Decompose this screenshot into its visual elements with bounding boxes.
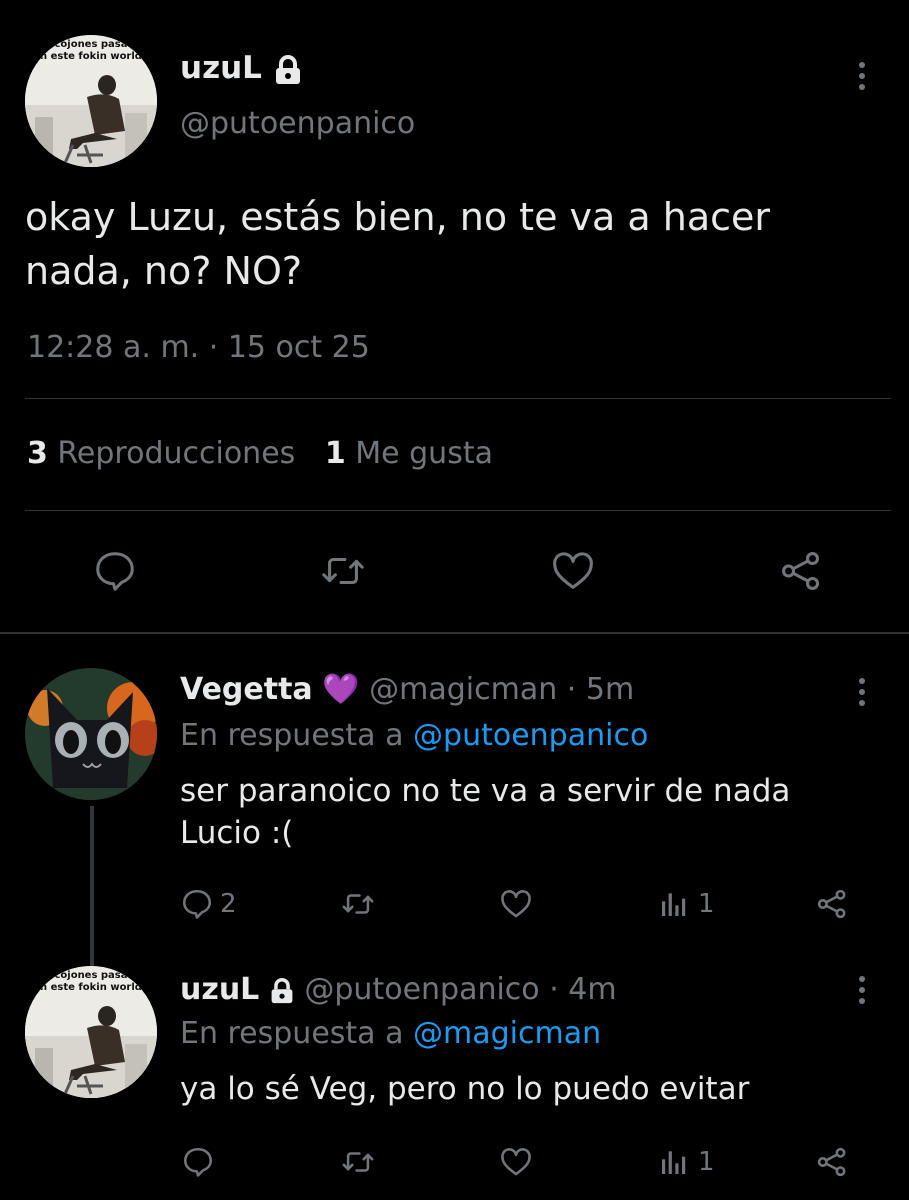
view-count: 1 [698, 889, 715, 919]
time-ago[interactable]: · 4m [549, 972, 616, 1007]
lock-icon [271, 977, 293, 1003]
reply-count: 2 [220, 889, 237, 919]
more-options-icon[interactable] [858, 62, 866, 95]
section-divider [0, 632, 909, 634]
avatar[interactable]: cojones pasa n este fokin world [25, 966, 157, 1098]
avatar[interactable]: cojones pasa n este fokin world [25, 35, 157, 167]
reply-icon [182, 889, 212, 919]
more-options-icon[interactable] [858, 976, 866, 1009]
reply-button[interactable]: 2 [180, 886, 237, 922]
lock-icon [275, 54, 300, 84]
display-name[interactable]: uzuL [180, 972, 259, 1007]
reply-to-link[interactable]: @magicman [413, 1016, 601, 1051]
reply-prefix: En respuesta a [180, 718, 404, 753]
reply-header: Vegetta 💜 @magicman · 5m [180, 672, 634, 707]
view-count: 1 [698, 1147, 715, 1177]
reply-context: En respuesta a @magicman [180, 1016, 601, 1051]
tweet-text-line: Lucio :( [180, 815, 294, 851]
views-chart-icon [662, 1151, 686, 1174]
share-icon[interactable] [814, 886, 850, 922]
handle[interactable]: @putoenpanico [180, 106, 415, 141]
handle[interactable]: @magicman [369, 672, 557, 707]
views-button[interactable]: 1 [658, 886, 715, 922]
reply-icon[interactable] [90, 546, 140, 596]
divider [25, 398, 891, 399]
avatar-caption: cojones pasa [54, 970, 128, 981]
reply-to-link[interactable]: @putoenpanico [413, 718, 648, 753]
share-icon[interactable] [776, 546, 826, 596]
thread-line [90, 806, 94, 966]
more-options-icon[interactable] [858, 678, 866, 711]
likes-count: 1 [324, 436, 346, 471]
views-count: 3 [27, 436, 48, 471]
reply-context: En respuesta a @putoenpanico [180, 718, 648, 753]
reply-header: uzuL @putoenpanico · 4m [180, 972, 617, 1007]
reply-icon[interactable] [180, 1144, 216, 1180]
retweet-icon[interactable] [340, 886, 376, 922]
like-icon[interactable] [548, 546, 598, 596]
author-name[interactable]: uzuL [180, 50, 303, 86]
tweet-text: ser paranoico no te va a servir de nada … [180, 770, 790, 854]
handle[interactable]: @putoenpanico [304, 972, 539, 1007]
likes-stat[interactable]: 1 Me gusta [325, 436, 493, 471]
tweet-text: ya lo sé Veg, pero no lo puedo evitar [180, 1071, 750, 1107]
heart-emoji: 💜 [322, 672, 360, 707]
share-icon[interactable] [814, 1144, 850, 1180]
views-button[interactable]: 1 [658, 1144, 715, 1180]
tweet-text-line: okay Luzu, estás bien, no te va a hacer [25, 195, 771, 239]
views-label: Reproducciones [57, 436, 296, 471]
tweet-text-line: ser paranoico no te va a servir de nada [180, 773, 791, 809]
avatar-caption: n este fokin world [40, 982, 142, 993]
divider [25, 510, 891, 511]
display-name: uzuL [180, 50, 262, 86]
retweet-icon[interactable] [340, 1144, 376, 1180]
avatar-caption: cojones pasa [54, 39, 128, 50]
tweet-text-line: nada, no? NO? [25, 249, 303, 293]
avatar-image [25, 668, 157, 800]
like-icon[interactable] [498, 1144, 534, 1180]
avatar[interactable] [25, 668, 157, 800]
time-ago[interactable]: · 5m [567, 672, 634, 707]
retweet-icon[interactable] [318, 546, 368, 596]
display-name[interactable]: Vegetta [180, 672, 313, 707]
tweet-text: okay Luzu, estás bien, no te va a hacer … [25, 190, 770, 298]
likes-label: Me gusta [355, 436, 493, 471]
like-icon[interactable] [498, 886, 534, 922]
engagement-stats: 3 Reproducciones 1 Me gusta [27, 436, 493, 471]
views-chart-icon [662, 893, 686, 916]
timestamp[interactable]: 12:28 a. m. · 15 oct 25 [27, 330, 370, 365]
views-stat[interactable]: 3 Reproducciones [27, 436, 305, 471]
reply-prefix: En respuesta a [180, 1016, 404, 1051]
avatar-caption: n este fokin world [40, 51, 142, 62]
